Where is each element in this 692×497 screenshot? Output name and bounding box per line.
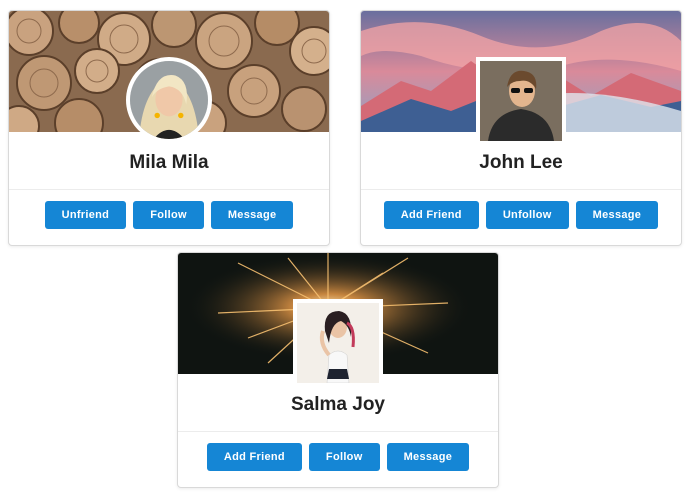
profile-name: Mila Mila <box>129 152 209 173</box>
profile-name: Salma Joy <box>291 394 385 415</box>
divider <box>9 189 329 190</box>
add-friend-button[interactable]: Add Friend <box>383 201 479 229</box>
profile-card-mila: Mila Mila Unfriend Follow Message <box>8 10 330 246</box>
profile-name: John Lee <box>479 152 563 173</box>
card-actions: Unfriend Follow Message <box>9 201 329 229</box>
follow-button[interactable]: Follow <box>308 443 380 471</box>
message-button[interactable]: Message <box>575 201 659 229</box>
profile-card-john: John Lee Add Friend Unfollow Message <box>360 10 682 246</box>
unfriend-button[interactable]: Unfriend <box>44 201 127 229</box>
card-actions: Add Friend Follow Message <box>178 443 498 471</box>
add-friend-button[interactable]: Add Friend <box>206 443 302 471</box>
divider <box>361 189 681 190</box>
unfollow-button[interactable]: Unfollow <box>485 201 569 229</box>
avatar[interactable] <box>476 57 566 145</box>
message-button[interactable]: Message <box>386 443 470 471</box>
avatar[interactable] <box>293 299 383 387</box>
avatar-photo <box>297 303 379 383</box>
card-actions: Add Friend Unfollow Message <box>361 201 681 229</box>
profile-card-salma: Salma Joy Add Friend Follow Message <box>177 252 499 488</box>
avatar[interactable] <box>126 57 212 143</box>
divider <box>178 431 498 432</box>
follow-button[interactable]: Follow <box>133 201 204 229</box>
avatar-photo <box>480 61 562 141</box>
avatar-photo <box>130 61 208 139</box>
message-button[interactable]: Message <box>210 201 294 229</box>
